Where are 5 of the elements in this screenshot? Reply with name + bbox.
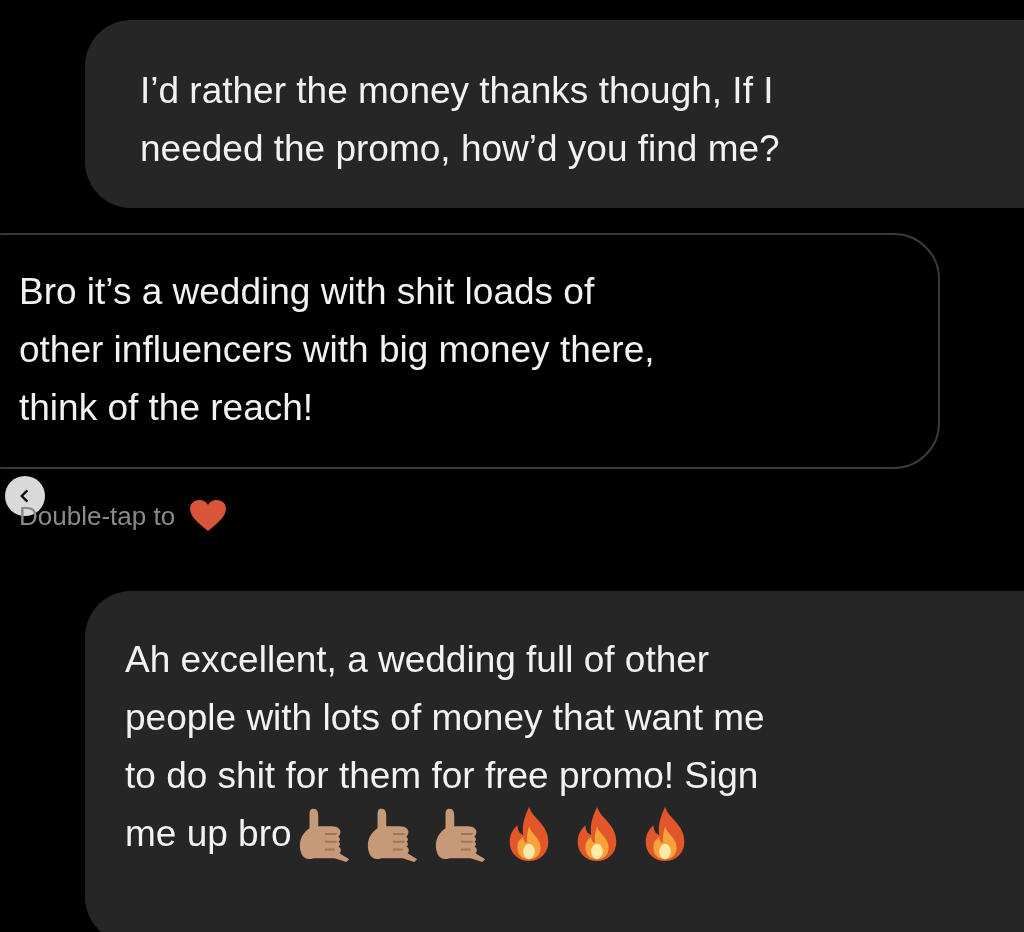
heart-icon <box>189 499 228 533</box>
message-text: I’d rather the money thanks though, If I needed the promo, how’d you find me? <box>140 69 781 171</box>
message-text: Bro it’s a wedding with shit loads of other influencers with big money there, think of the reach! <box>19 270 656 430</box>
message-text: me up bro <box>125 812 292 856</box>
hint-text: Double-tap to <box>19 500 176 532</box>
